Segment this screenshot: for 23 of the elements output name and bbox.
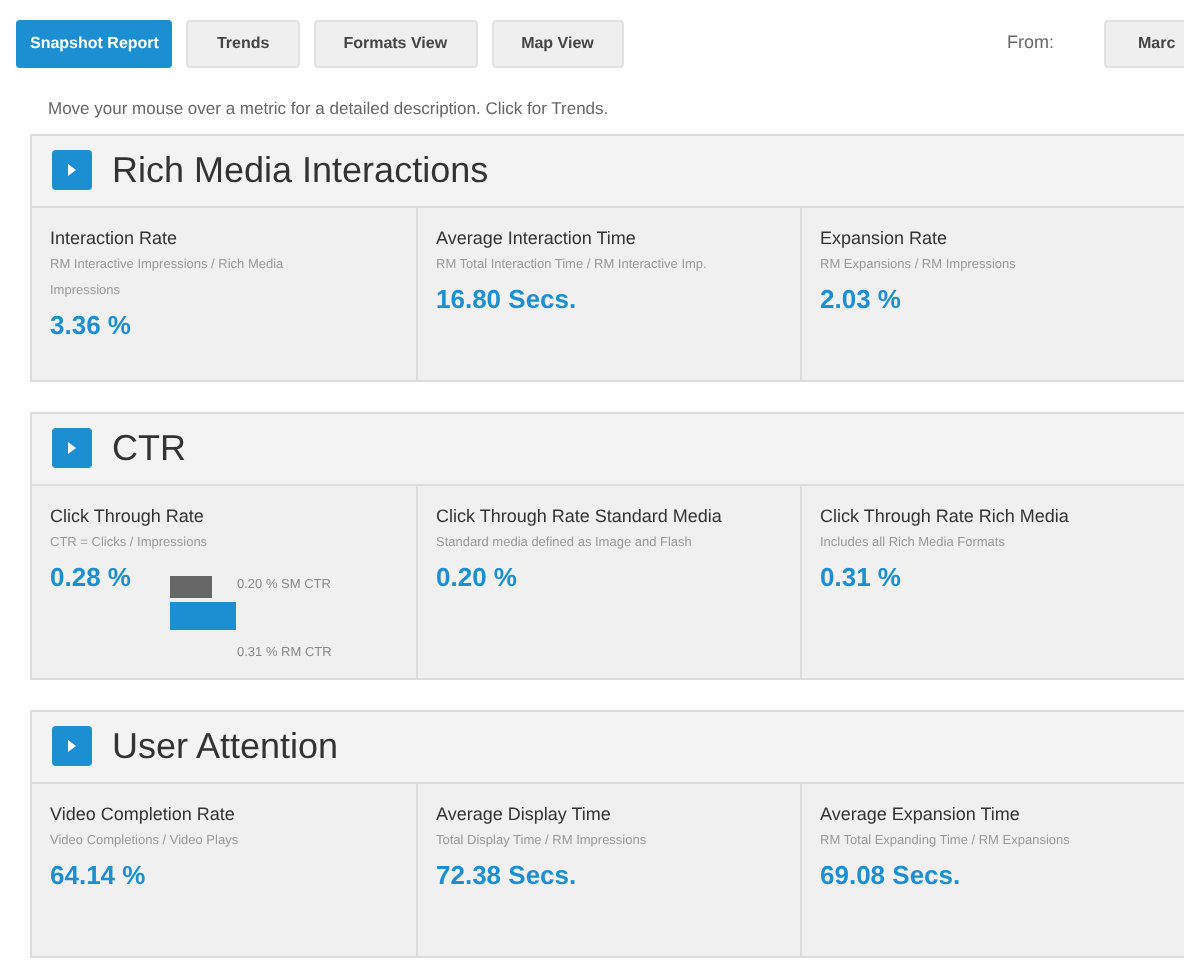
metric-name[interactable]: Average Expansion Time [820,801,1166,826]
metric-name[interactable]: Click Through Rate Standard Media [436,503,782,528]
metric-name[interactable]: Expansion Rate [820,225,1166,250]
from-label: From: [1007,30,1054,57]
bars-drawing [170,575,237,630]
section-title: CTR [112,425,186,472]
caret-icon[interactable] [52,428,92,469]
view-tab[interactable]: Trends [186,20,300,68]
metric-name[interactable]: Average Interaction Time [436,225,782,250]
section-title: User Attention [112,723,339,770]
metric-name[interactable]: Click Through Rate [50,503,398,528]
metric-name[interactable]: Interaction Rate [50,225,398,250]
metric-name[interactable]: Average Display Time [436,801,782,826]
section-title: Rich Media Interactions [112,147,489,194]
metric-name[interactable]: Video Completion Rate [50,801,398,826]
view-tab[interactable]: Snapshot Report [16,20,173,68]
view-tab[interactable]: Map View [491,20,624,68]
from-date-field[interactable]: Marc [1104,20,1184,68]
hint-text: Move your mouse over a metric for a detailed description. Click for Trends. [46,96,611,122]
metric-name[interactable]: Click Through Rate Rich Media [820,503,1166,528]
view-tab[interactable]: Formats View [313,20,478,68]
caret-icon[interactable] [52,726,92,767]
caret-icon[interactable] [52,150,92,191]
